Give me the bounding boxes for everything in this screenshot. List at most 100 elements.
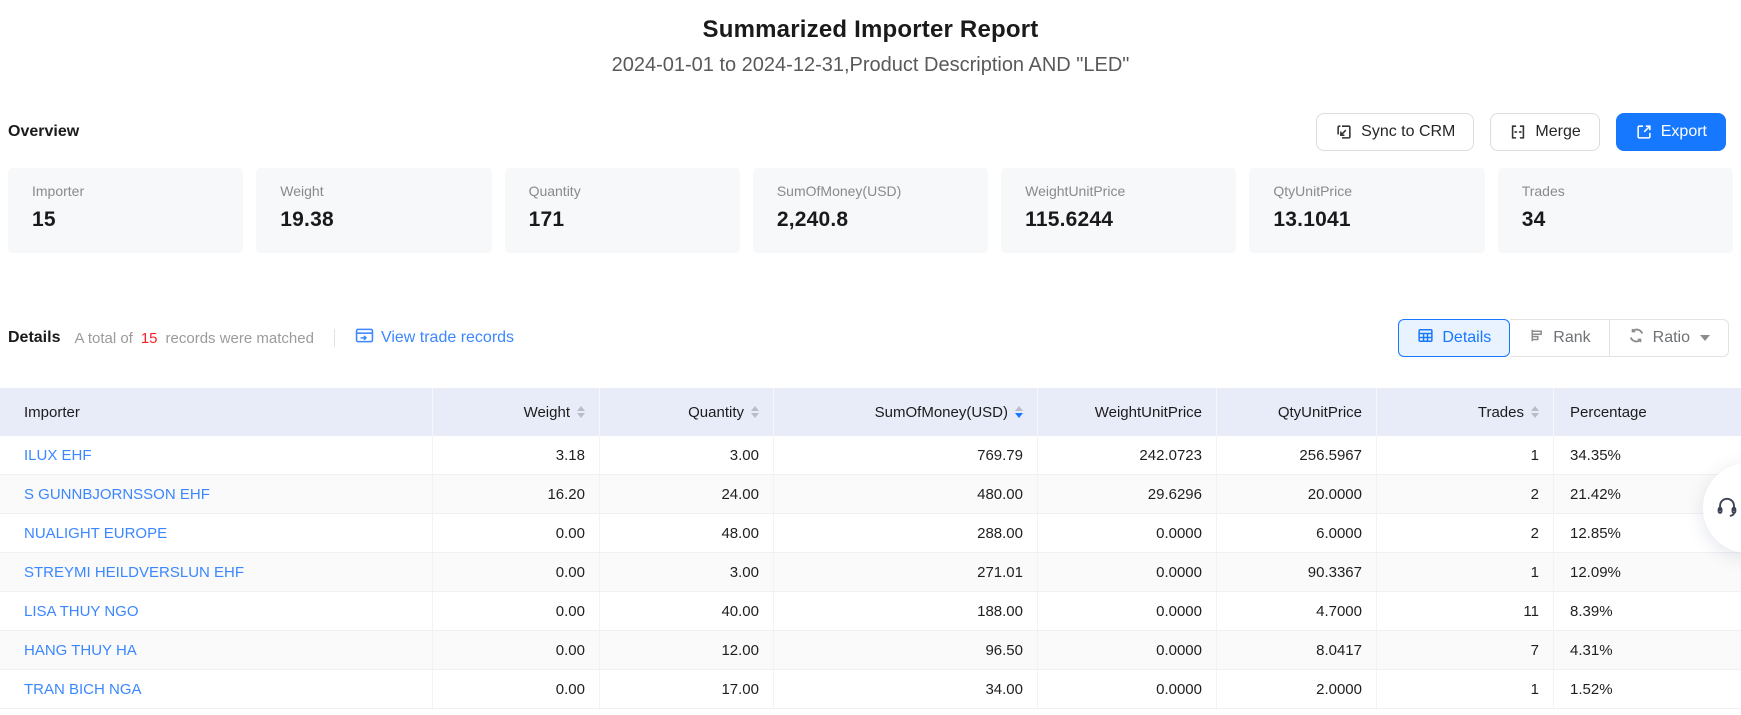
tab-ratio[interactable]: Ratio [1610,319,1729,357]
cell-weight-unit-price: 242.0723 [1038,436,1217,474]
cell-weight: 16.20 [433,475,600,513]
stat-value: 19.38 [280,208,467,232]
page-subtitle: 2024-01-01 to 2024-12-31,Product Descrip… [0,54,1741,77]
stat-value: 115.6244 [1025,208,1212,232]
sort-icons-trades[interactable] [1531,406,1539,419]
cell-trades: 7 [1377,631,1554,669]
cell-quantity: 3.00 [600,553,774,591]
col-header-qty-unit-price: QtyUnitPrice [1217,388,1377,436]
importer-link[interactable]: STREYMI HEILDVERSLUN EHF [24,564,244,581]
stat-label: Quantity [529,183,716,199]
export-button[interactable]: Export [1616,113,1726,151]
toolbar-buttons: Sync to CRM Merge [1316,113,1726,151]
cell-sum-of-money: 188.00 [774,592,1038,630]
col-header-quantity[interactable]: Quantity [600,388,774,436]
cell-percentage: 34.35% [1554,436,1741,474]
merge-label: Merge [1535,123,1580,141]
importer-link[interactable]: TRAN BICH NGA [24,681,142,698]
cell-quantity: 24.00 [600,475,774,513]
vertical-divider [334,329,335,347]
importer-link[interactable]: NUALIGHT EUROPE [24,525,167,542]
col-header-sum-of-money[interactable]: SumOfMoney(USD) [774,388,1038,436]
cell-weight: 0.00 [433,631,600,669]
records-matched-count: 15 [141,330,158,347]
cell-quantity: 17.00 [600,670,774,708]
stat-card-weight-unit-price: WeightUnitPrice 115.6244 [1001,168,1236,253]
cell-importer: S GUNNBJORNSSON EHF [0,475,433,513]
cell-weight-unit-price: 0.0000 [1038,592,1217,630]
col-header-trades[interactable]: Trades [1377,388,1554,436]
export-label: Export [1661,123,1707,141]
cell-trades: 2 [1377,475,1554,513]
merge-button[interactable]: Merge [1490,113,1599,151]
details-bar: Details A total of 15 records were match… [8,319,1729,357]
stat-value: 2,240.8 [777,208,964,232]
tab-ratio-label: Ratio [1653,329,1690,347]
cell-importer: STREYMI HEILDVERSLUN EHF [0,553,433,591]
cell-weight: 0.00 [433,592,600,630]
cell-importer: NUALIGHT EUROPE [0,514,433,552]
cell-weight: 0.00 [433,670,600,708]
cell-qty-unit-price: 256.5967 [1217,436,1377,474]
cell-trades: 2 [1377,514,1554,552]
cell-trades: 11 [1377,592,1554,630]
tab-details[interactable]: Details [1398,319,1510,357]
sort-icons-sum-of-money[interactable] [1015,406,1023,419]
records-matched-prefix: A total of [74,330,132,347]
sort-icons-weight[interactable] [577,406,585,419]
table-row: TRAN BICH NGA 0.00 17.00 34.00 0.0000 2.… [0,670,1741,709]
table-row: NUALIGHT EUROPE 0.00 48.00 288.00 0.0000… [0,514,1741,553]
sync-to-crm-button[interactable]: Sync to CRM [1316,113,1474,151]
stat-value: 15 [32,208,219,232]
cell-trades: 1 [1377,553,1554,591]
cell-weight: 0.00 [433,514,600,552]
cell-sum-of-money: 34.00 [774,670,1038,708]
summarized-importer-report-page: Summarized Importer Report 2024-01-01 to… [0,0,1741,715]
importer-link[interactable]: LISA THUY NGO [24,603,139,620]
view-switcher: Details Rank [1398,319,1729,357]
cell-qty-unit-price: 2.0000 [1217,670,1377,708]
details-summary: Details A total of 15 records were match… [8,327,514,349]
cell-qty-unit-price: 6.0000 [1217,514,1377,552]
merge-icon [1509,123,1527,141]
cell-weight: 3.18 [433,436,600,474]
cell-importer: HANG THUY HA [0,631,433,669]
cell-quantity: 48.00 [600,514,774,552]
tab-rank[interactable]: Rank [1510,319,1609,357]
col-header-label: QtyUnitPrice [1278,404,1362,421]
col-header-percentage: Percentage [1554,388,1741,436]
view-trade-records-label: View trade records [381,329,514,347]
importer-link[interactable]: ILUX EHF [24,447,92,464]
stat-label: WeightUnitPrice [1025,183,1212,199]
sort-icons-quantity[interactable] [751,406,759,419]
details-table-icon [1417,327,1434,349]
col-header-label: Trades [1478,404,1524,421]
table-row: HANG THUY HA 0.00 12.00 96.50 0.0000 8.0… [0,631,1741,670]
cell-weight-unit-price: 0.0000 [1038,670,1217,708]
cell-quantity: 40.00 [600,592,774,630]
view-trade-records-link[interactable]: View trade records [355,327,514,349]
cell-sum-of-money: 288.00 [774,514,1038,552]
cell-percentage: 1.52% [1554,670,1741,708]
cell-percentage: 8.39% [1554,592,1741,630]
chevron-down-icon [1700,335,1710,341]
stat-label: QtyUnitPrice [1273,183,1460,199]
cell-importer: TRAN BICH NGA [0,670,433,708]
overview-toolbar: Overview Sync to CRM [8,113,1726,151]
overview-cards: Importer 15 Weight 19.38 Quantity 171 Su… [8,168,1733,253]
col-header-label: Importer [24,404,80,421]
stat-card-trades: Trades 34 [1498,168,1733,253]
table-row: ILUX EHF 3.18 3.00 769.79 242.0723 256.5… [0,436,1741,475]
stat-card-sum-of-money: SumOfMoney(USD) 2,240.8 [753,168,988,253]
cell-percentage: 12.09% [1554,553,1741,591]
page-title: Summarized Importer Report [0,16,1741,44]
importer-link[interactable]: HANG THUY HA [24,642,137,659]
col-header-weight[interactable]: Weight [433,388,600,436]
col-header-weight-unit-price: WeightUnitPrice [1038,388,1217,436]
col-header-importer: Importer [0,388,433,436]
cell-qty-unit-price: 20.0000 [1217,475,1377,513]
cell-weight: 0.00 [433,553,600,591]
trade-records-icon [355,327,374,349]
cell-trades: 1 [1377,436,1554,474]
importer-link[interactable]: S GUNNBJORNSSON EHF [24,486,210,503]
